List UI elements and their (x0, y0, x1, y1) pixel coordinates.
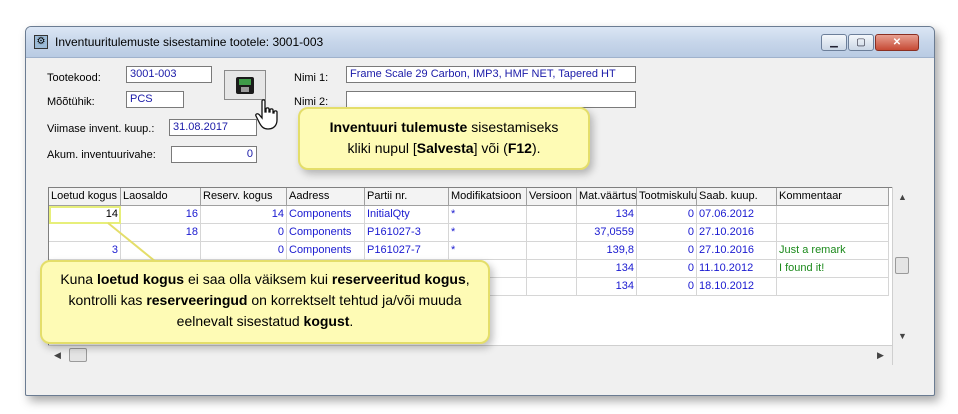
maximize-button[interactable]: ▢ (848, 34, 874, 51)
table-cell[interactable]: 11.10.2012 (697, 260, 777, 278)
table-cell[interactable]: Just a remark (777, 242, 889, 260)
viimase-invent-label: Viimase invent. kuup.: (47, 123, 155, 135)
hand-pointer-icon (255, 99, 278, 130)
column-header[interactable]: Loetud kogus (49, 188, 121, 206)
app-settings-icon: ⚙ (34, 35, 48, 49)
table-cell[interactable]: I found it! (777, 260, 889, 278)
scroll-right-arrow-icon[interactable]: ▶ (877, 350, 884, 361)
table-cell[interactable] (777, 206, 889, 224)
table-cell[interactable] (527, 278, 577, 296)
save-hint-callout: Inventuuri tulemuste sisestamiseks kliki… (298, 107, 590, 170)
nimi2-field[interactable] (346, 91, 636, 108)
table-cell[interactable]: InitialQty (365, 206, 449, 224)
column-header[interactable]: Laosaldo (121, 188, 201, 206)
table-cell[interactable]: 134 (577, 278, 637, 296)
table-cell[interactable] (527, 260, 577, 278)
save-button[interactable] (224, 70, 266, 100)
window-title: Inventuuritulemuste sisestamine tootele:… (55, 35, 324, 49)
table-cell[interactable]: 3 (49, 242, 121, 260)
viimase-invent-field: 31.08.2017 (169, 119, 257, 136)
tootekood-field[interactable]: 3001-003 (126, 66, 212, 83)
save-hint-line1: Inventuuri tulemuste sisestamiseks (329, 119, 559, 135)
table-cell[interactable]: Components (287, 242, 365, 260)
table-cell[interactable] (527, 242, 577, 260)
horizontal-scroll-thumb[interactable] (69, 348, 87, 362)
column-header[interactable]: Tootmiskulu (637, 188, 697, 206)
table-cell[interactable]: P161027-7 (365, 242, 449, 260)
table-cell[interactable]: 27.10.2016 (697, 242, 777, 260)
table-cell[interactable]: 0 (637, 278, 697, 296)
floppy-disk-icon (236, 77, 254, 94)
table-cell[interactable]: 18 (121, 224, 201, 242)
column-header[interactable]: Saab. kuup. (697, 188, 777, 206)
table-cell[interactable]: 14 (49, 206, 121, 224)
scroll-up-arrow-icon[interactable]: ▲ (898, 192, 907, 202)
minimize-button[interactable]: ▁ (821, 34, 847, 51)
table-cell[interactable]: 0 (637, 206, 697, 224)
column-header[interactable]: Aadress (287, 188, 365, 206)
table-cell[interactable] (49, 224, 121, 242)
close-button[interactable]: ✕ (875, 34, 919, 51)
title-bar: ⚙ Inventuuritulemuste sisestamine tootel… (26, 27, 934, 58)
tootekood-label: Tootekood: (47, 72, 101, 84)
column-header[interactable]: Versioon (527, 188, 577, 206)
table-cell[interactable]: 37,0559 (577, 224, 637, 242)
table-cell[interactable] (527, 206, 577, 224)
column-header[interactable]: Modifikatsioon (449, 188, 527, 206)
table-cell[interactable]: 134 (577, 260, 637, 278)
table-cell[interactable]: 134 (577, 206, 637, 224)
save-hint-line2: kliki nupul [Salvesta] või (F12). (347, 140, 541, 156)
column-header[interactable]: Reserv. kogus (201, 188, 287, 206)
scroll-left-arrow-icon[interactable]: ◀ (54, 350, 61, 361)
nimi1-field[interactable]: Frame Scale 29 Carbon, IMP3, HMF NET, Ta… (346, 66, 636, 83)
nimi1-label: Nimi 1: (294, 72, 329, 84)
table-cell[interactable] (121, 242, 201, 260)
horizontal-scrollbar[interactable]: ◀ ▶ (48, 345, 892, 365)
table-cell[interactable]: 0 (201, 242, 287, 260)
table-cell[interactable] (777, 278, 889, 296)
table-cell[interactable]: Components (287, 224, 365, 242)
table-cell[interactable]: Components (287, 206, 365, 224)
mootuhik-label: Mõõtühik: (47, 96, 95, 108)
column-header[interactable]: Partii nr. (365, 188, 449, 206)
table-cell[interactable]: 27.10.2016 (697, 224, 777, 242)
table-cell[interactable]: 139,8 (577, 242, 637, 260)
table-cell[interactable]: * (449, 224, 527, 242)
akum-inventuurivahe-field: 0 (171, 146, 257, 163)
table-cell[interactable] (527, 224, 577, 242)
table-cell[interactable]: 14 (201, 206, 287, 224)
column-header[interactable]: Mat.väärtus (577, 188, 637, 206)
scroll-down-arrow-icon[interactable]: ▼ (898, 331, 907, 341)
vertical-scroll-thumb[interactable] (895, 257, 909, 274)
table-cell[interactable]: 07.06.2012 (697, 206, 777, 224)
quantity-warning-callout: Kuna loetud kogus ei saa olla väiksem ku… (40, 260, 490, 344)
table-cell[interactable]: 0 (201, 224, 287, 242)
table-cell[interactable]: 18.10.2012 (697, 278, 777, 296)
table-cell[interactable]: * (449, 206, 527, 224)
table-cell[interactable] (777, 224, 889, 242)
vertical-scrollbar[interactable]: ▲ ▼ (892, 187, 911, 365)
table-cell[interactable]: * (449, 242, 527, 260)
akum-inventuurivahe-label: Akum. inventuurivahe: (47, 149, 156, 161)
table-cell[interactable]: 16 (121, 206, 201, 224)
mootuhik-field[interactable]: PCS (126, 91, 184, 108)
table-cell[interactable]: 0 (637, 224, 697, 242)
table-cell[interactable]: 0 (637, 260, 697, 278)
table-cell[interactable]: 0 (637, 242, 697, 260)
column-header[interactable]: Kommentaar (777, 188, 889, 206)
table-cell[interactable]: P161027-3 (365, 224, 449, 242)
